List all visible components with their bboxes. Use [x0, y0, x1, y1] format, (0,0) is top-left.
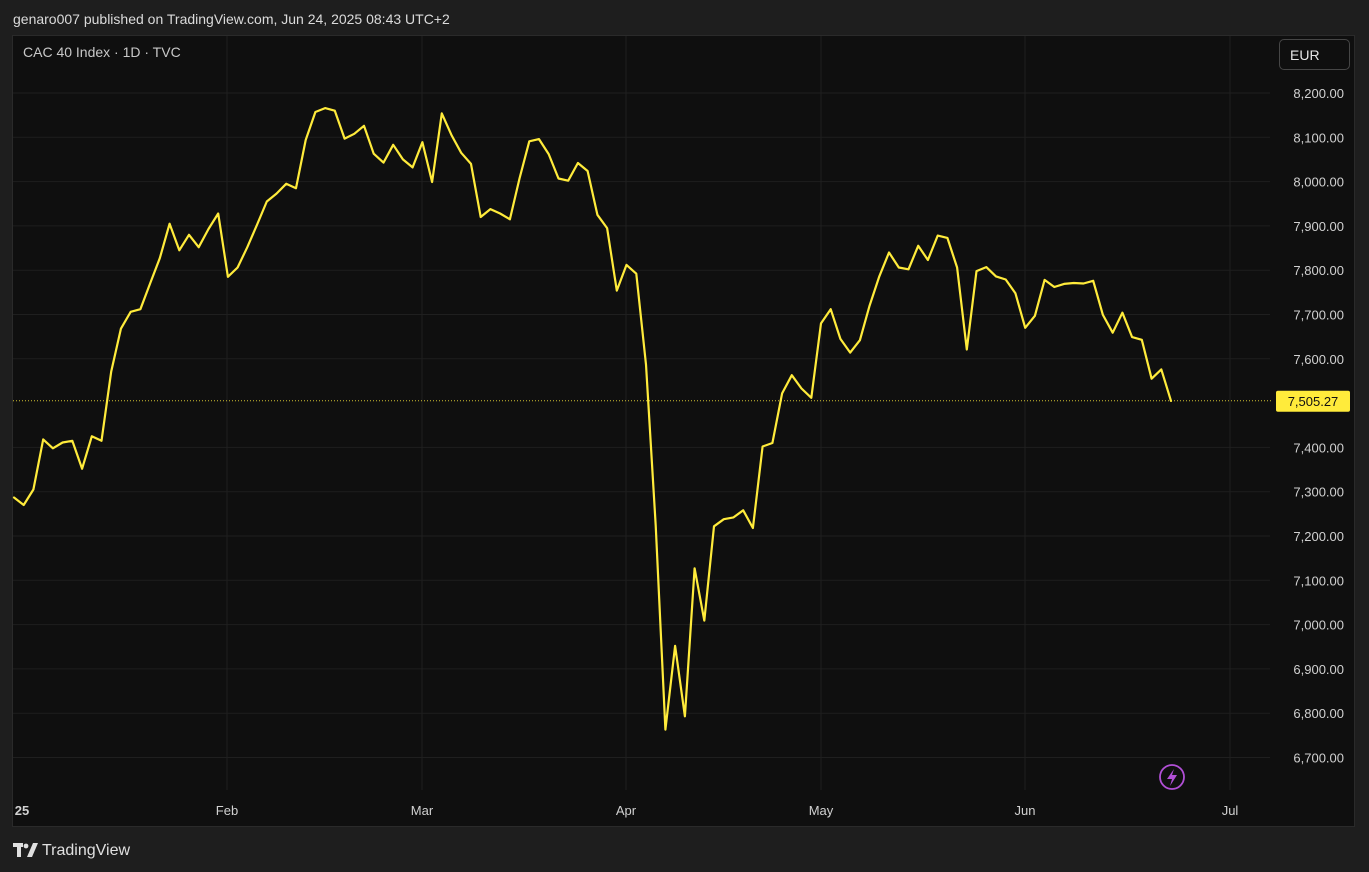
y-tick-label: 6,900.00 — [1293, 662, 1344, 677]
last-price-label: 7,505.27 — [1288, 394, 1339, 409]
y-tick-label: 7,200.00 — [1293, 529, 1344, 544]
y-tick-label: 7,900.00 — [1293, 219, 1344, 234]
y-tick-label: 7,700.00 — [1293, 308, 1344, 323]
x-tick-label: Apr — [616, 803, 637, 818]
y-tick-label: 7,800.00 — [1293, 263, 1344, 278]
x-tick-label: Jul — [1222, 803, 1239, 818]
x-tick-label: Mar — [411, 803, 434, 818]
y-tick-label: 7,600.00 — [1293, 352, 1344, 367]
y-tick-label: 8,100.00 — [1293, 130, 1344, 145]
x-tick-label: 25 — [15, 803, 29, 818]
y-tick-label: 7,100.00 — [1293, 573, 1344, 588]
footer — [0, 828, 1369, 872]
y-tick-label: 6,800.00 — [1293, 706, 1344, 721]
y-tick-label: 8,200.00 — [1293, 86, 1344, 101]
lightning-icon[interactable] — [1159, 764, 1185, 790]
line-chart[interactable]: 8,200.00 8,100.00 8,000.00 7,900.00 7,800.00… — [0, 0, 1369, 872]
y-tick-label: 6,700.00 — [1293, 751, 1344, 766]
brand-name[interactable]: TradingView — [42, 842, 130, 860]
symbol-title: CAC 40 Index · 1D · TVC — [23, 44, 181, 60]
y-tick-label: 7,400.00 — [1293, 440, 1344, 455]
x-tick-label: Feb — [216, 803, 238, 818]
price-series-line — [12, 106, 1173, 731]
x-tick-label: May — [809, 803, 834, 818]
x-tick-label: Jun — [1015, 803, 1036, 818]
y-tick-label: 8,000.00 — [1293, 175, 1344, 190]
y-tick-label: 7,300.00 — [1293, 485, 1344, 500]
tradingview-logo-icon — [13, 843, 38, 857]
currency-button[interactable]: EUR — [1279, 39, 1350, 70]
y-tick-label: 7,000.00 — [1293, 618, 1344, 633]
